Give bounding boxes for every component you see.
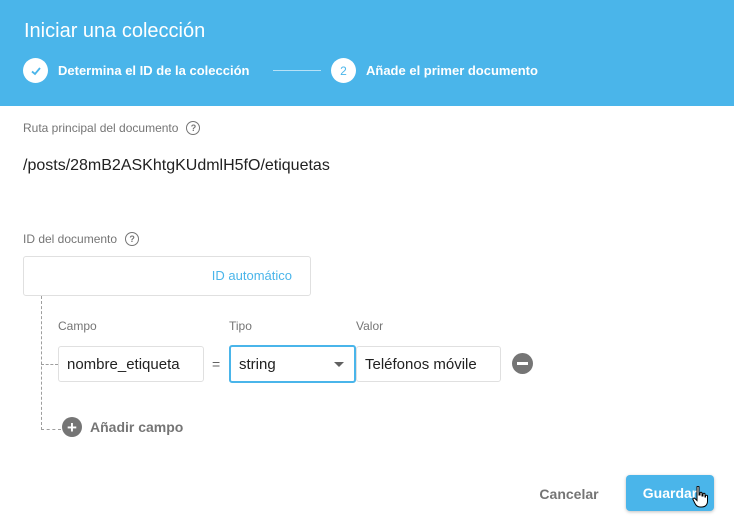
help-icon[interactable]: ? <box>186 121 201 135</box>
equals-sign: = <box>212 356 221 372</box>
minus-circle-icon <box>517 362 528 365</box>
add-field-button[interactable]: + Añadir campo <box>62 417 183 437</box>
step-2: 2 Añade el primer documento <box>331 58 538 83</box>
tree-line-add <box>41 429 61 430</box>
document-id-label-row: ID del documento ? <box>23 232 140 246</box>
column-label-value: Valor <box>356 319 384 333</box>
step-2-number: 2 <box>331 58 356 83</box>
document-id-label: ID del documento <box>23 232 118 246</box>
column-label-type: Tipo <box>229 319 252 333</box>
field-value-input[interactable]: Teléfonos móvile <box>356 346 501 382</box>
step-1-label: Determina el ID de la colección <box>58 63 250 78</box>
path-label-row: Ruta principal del documento ? <box>23 121 201 135</box>
column-label-field: Campo <box>58 319 97 333</box>
dialog-title: Iniciar una colección <box>24 20 206 42</box>
tree-line-vertical <box>41 296 42 430</box>
remove-field-button[interactable] <box>512 353 533 374</box>
auto-id-button[interactable]: ID automático <box>212 268 292 283</box>
type-select-value: string <box>239 355 276 373</box>
document-path: /posts/28mB2ASKhtgKUdmlH5fO/etiquetas <box>23 157 330 174</box>
step-1: Determina el ID de la colección <box>23 58 249 83</box>
help-icon[interactable]: ? <box>125 232 140 246</box>
check-icon <box>23 58 48 83</box>
add-field-label: Añadir campo <box>90 419 184 435</box>
chevron-down-icon <box>334 362 344 367</box>
type-select[interactable]: string <box>229 345 356 383</box>
plus-circle-icon: + <box>62 417 82 437</box>
step-2-label: Añade el primer documento <box>366 63 538 78</box>
document-id-input[interactable]: ID automático <box>23 256 311 296</box>
cancel-button[interactable]: Cancelar <box>524 478 614 510</box>
step-connector <box>273 70 321 71</box>
dialog-header: Iniciar una colección Determina el ID de… <box>0 0 734 106</box>
path-label: Ruta principal del documento <box>23 121 179 135</box>
tree-line-field <box>41 364 58 365</box>
field-name-input[interactable]: nombre_etiqueta <box>58 346 204 382</box>
hand-pointer-icon <box>692 486 708 508</box>
